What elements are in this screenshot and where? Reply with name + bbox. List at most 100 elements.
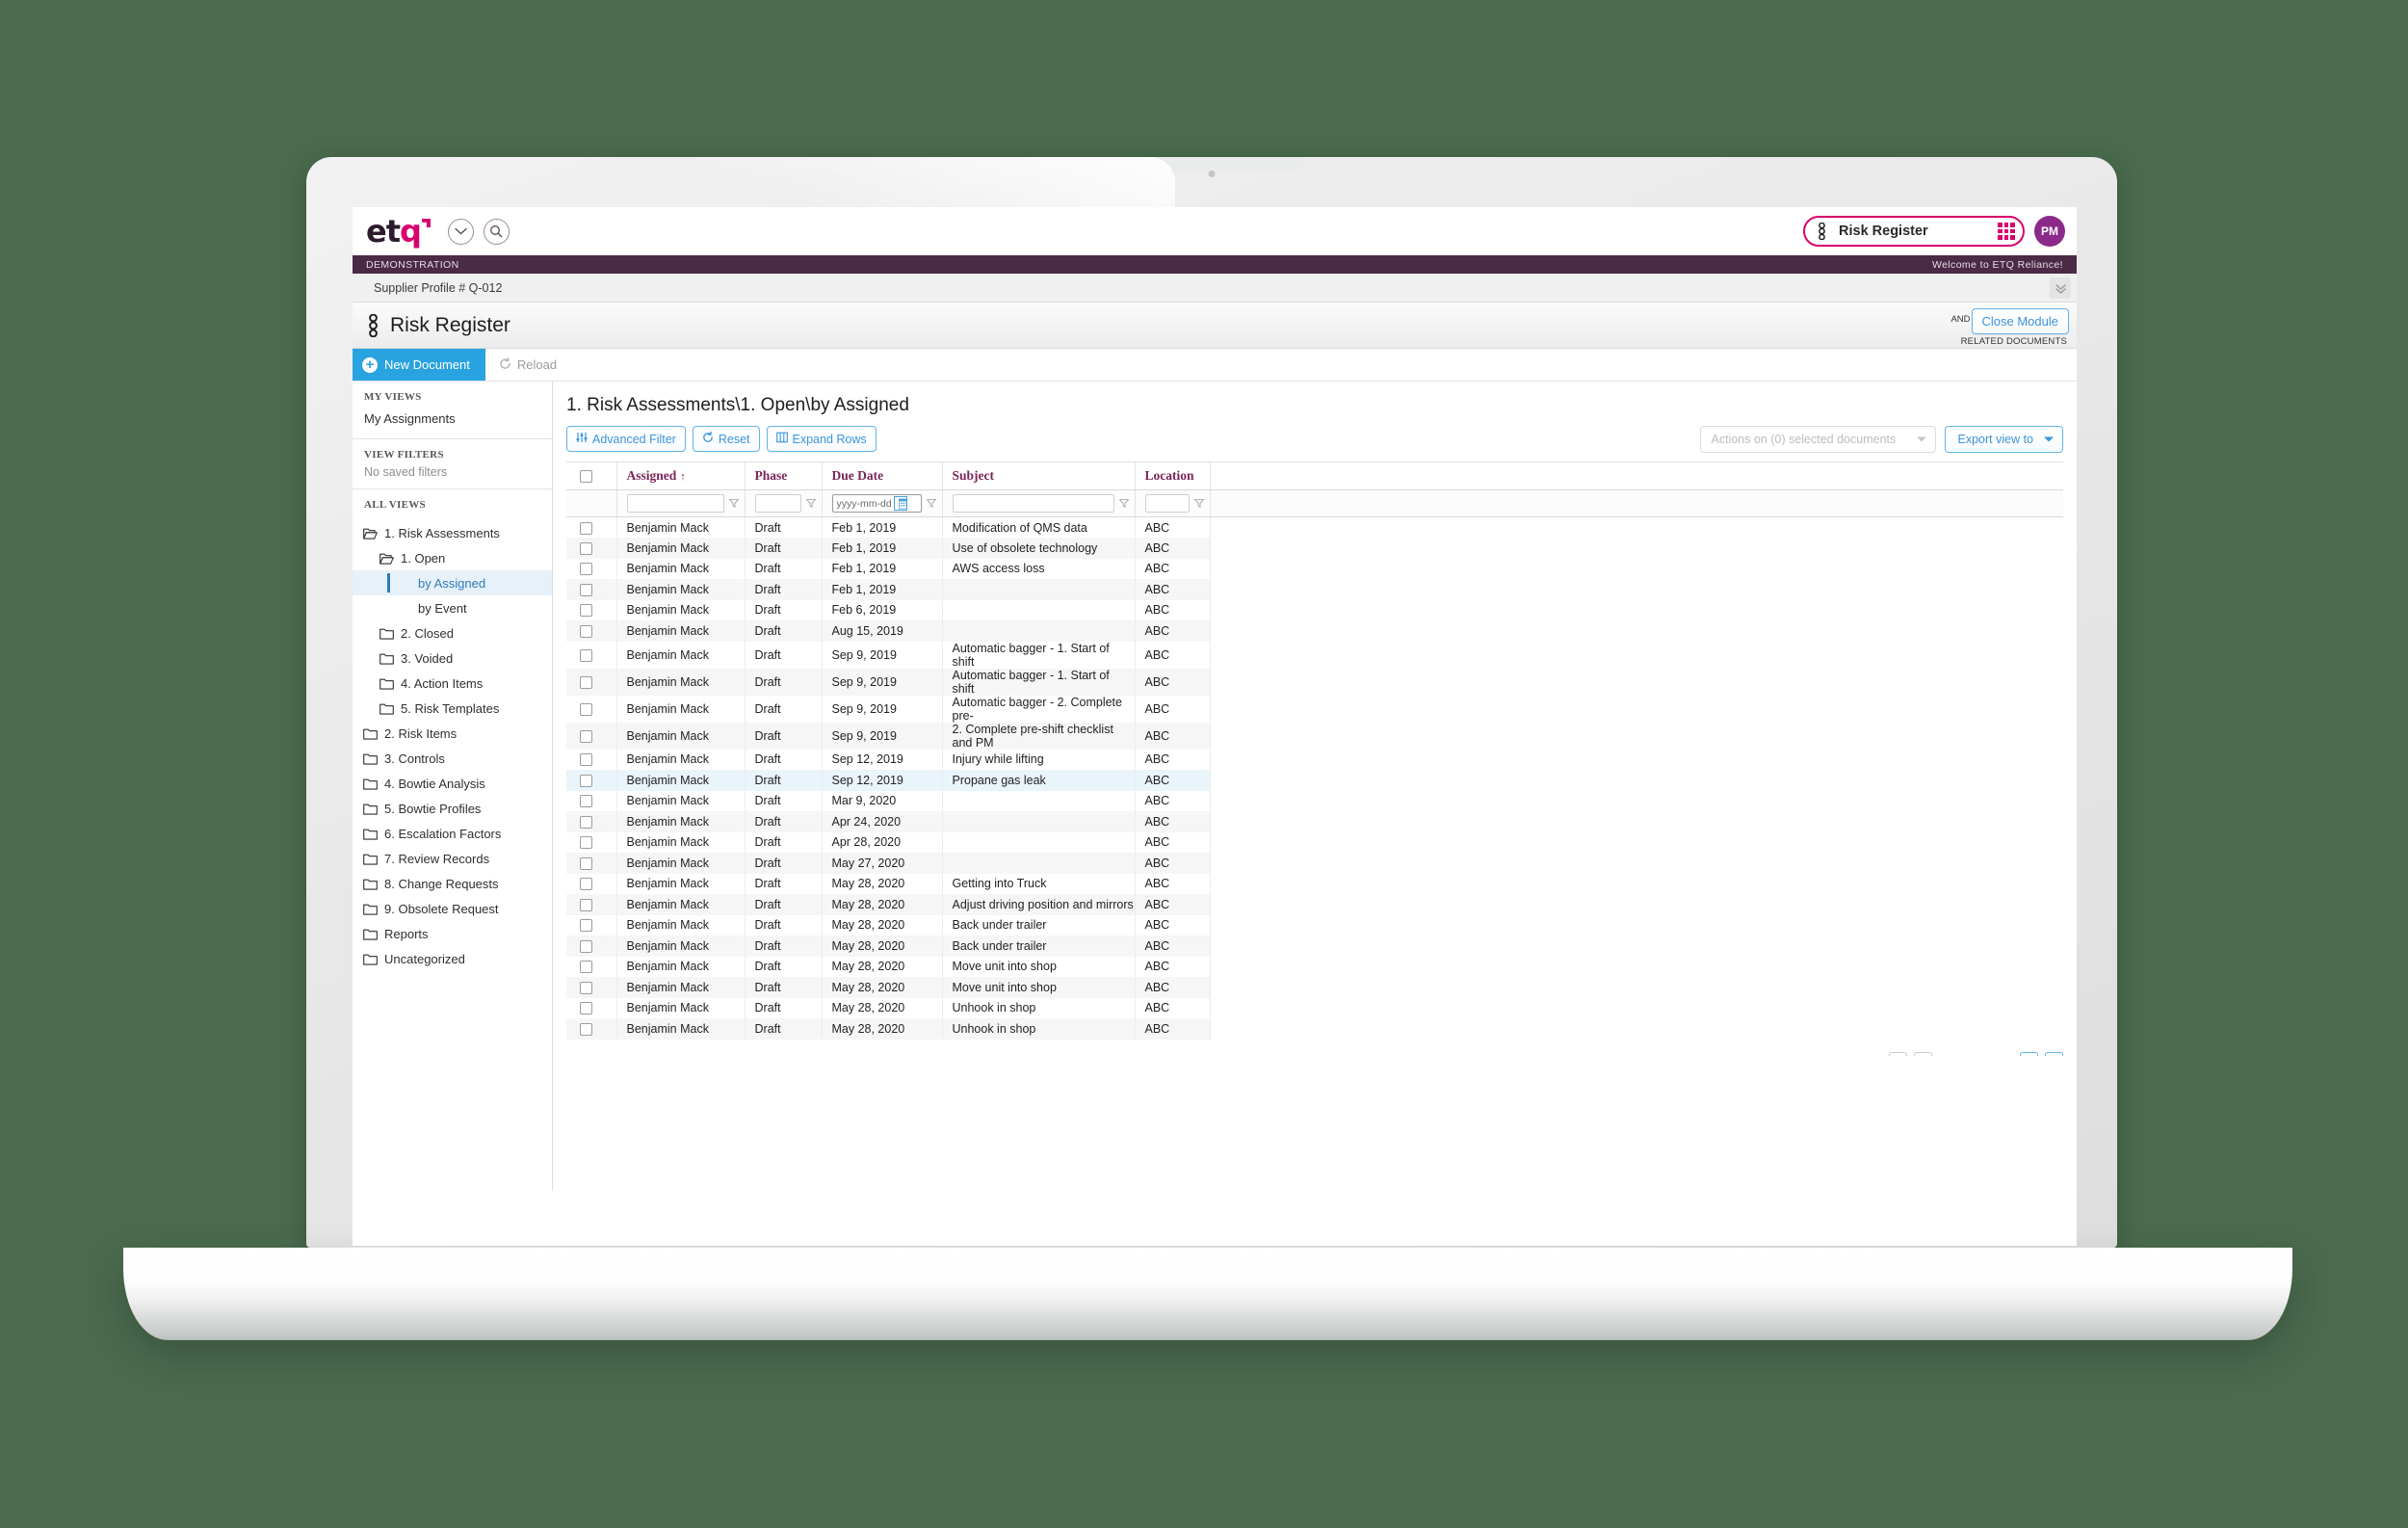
column-header-assigned[interactable]: Assigned ↑ — [615, 462, 745, 490]
filter-input-assigned[interactable] — [626, 494, 724, 513]
table-row[interactable]: Benjamin Mack Draft May 28, 2020 Back under… — [566, 935, 2063, 957]
select-all-checkbox[interactable] — [580, 470, 592, 484]
calendar-icon[interactable] — [893, 496, 907, 511]
column-header-location[interactable]: Location — [1134, 462, 1210, 490]
column-header-phase[interactable]: Phase — [744, 462, 822, 490]
row-checkbox[interactable] — [580, 1022, 592, 1036]
table-row[interactable]: Benjamin Mack Draft May 27, 2020 ABC — [566, 853, 2063, 874]
table-row[interactable]: Benjamin Mack Draft Sep 9, 2019 Automatic b… — [566, 668, 2063, 696]
row-checkbox[interactable] — [580, 604, 592, 618]
table-row[interactable]: Benjamin Mack Draft Feb 1, 2019 AWS access … — [566, 558, 2063, 579]
table-row[interactable]: Benjamin Mack Draft Feb 1, 2019 Use of obso… — [566, 538, 2063, 559]
filter-input-subject[interactable] — [952, 494, 1114, 513]
row-checkbox[interactable] — [580, 939, 592, 953]
table-row[interactable]: Benjamin Mack Draft Sep 12, 2019 Injury whi… — [566, 749, 2063, 770]
row-checkbox[interactable] — [580, 1002, 592, 1015]
sidebar-item-1-open[interactable]: 1. Open — [353, 545, 552, 570]
row-checkbox[interactable] — [580, 624, 592, 638]
row-checkbox[interactable] — [580, 795, 592, 808]
funnel-icon[interactable] — [926, 499, 936, 508]
row-checkbox[interactable] — [580, 563, 592, 576]
column-header-subject[interactable]: Subject — [941, 462, 1135, 490]
avatar[interactable]: PM — [2034, 216, 2065, 247]
table-row[interactable]: Benjamin Mack Draft May 28, 2020 Move unit … — [566, 956, 2063, 977]
row-checkbox[interactable] — [580, 648, 592, 662]
sidebar-item-4-bowtie-analysis[interactable]: 4. Bowtie Analysis — [353, 771, 552, 796]
breadcrumb[interactable]: Supplier Profile # Q-012 — [353, 281, 502, 295]
table-row[interactable]: Benjamin Mack Draft Feb 1, 2019 ABC — [566, 579, 2063, 600]
sidebar-item-uncategorized[interactable]: Uncategorized — [353, 946, 552, 971]
table-row[interactable]: Benjamin Mack Draft Sep 9, 2019 Automatic b… — [566, 641, 2063, 669]
search-icon[interactable] — [483, 218, 510, 245]
sidebar-item-2-closed[interactable]: 2. Closed — [353, 620, 552, 645]
table-row[interactable]: Benjamin Mack Draft May 28, 2020 Back under… — [566, 914, 2063, 935]
row-checkbox[interactable] — [580, 836, 592, 850]
sidebar-item-by-event[interactable]: by Event — [353, 595, 552, 620]
table-row[interactable]: Benjamin Mack Draft May 28, 2020 Adjust dri… — [566, 894, 2063, 915]
sidebar-item-9-obsolete-request[interactable]: 9. Obsolete Request — [353, 896, 552, 921]
table-row[interactable]: Benjamin Mack Draft May 28, 2020 Getting in… — [566, 873, 2063, 894]
table-row[interactable]: Benjamin Mack Draft Apr 28, 2020 ABC — [566, 831, 2063, 853]
sidebar-item-5-risk-templates[interactable]: 5. Risk Templates — [353, 696, 552, 721]
table-row[interactable]: Benjamin Mack Draft May 28, 2020 Unhook in … — [566, 997, 2063, 1018]
table-row[interactable]: Benjamin Mack Draft Aug 15, 2019 ABC — [566, 620, 2063, 642]
table-row[interactable]: Benjamin Mack Draft Feb 6, 2019 ABC — [566, 599, 2063, 620]
row-checkbox[interactable] — [580, 753, 592, 767]
reset-button[interactable]: Reset — [692, 426, 760, 452]
row-checkbox[interactable] — [580, 815, 592, 829]
sidebar-item-5-bowtie-profiles[interactable]: 5. Bowtie Profiles — [353, 796, 552, 821]
row-checkbox[interactable] — [580, 702, 592, 716]
sidebar-item-8-change-requests[interactable]: 8. Change Requests — [353, 871, 552, 896]
expand-rows-button[interactable]: Expand Rows — [766, 426, 877, 452]
row-checkbox[interactable] — [580, 919, 592, 933]
apps-grid-icon[interactable] — [1995, 220, 2018, 243]
export-view-button[interactable]: Export view to — [1945, 426, 2063, 453]
table-row[interactable]: Benjamin Mack Draft Feb 1, 2019 Modificatio… — [566, 516, 2063, 538]
filter-input-phase[interactable] — [754, 494, 801, 513]
sidebar-item-3-controls[interactable]: 3. Controls — [353, 746, 552, 771]
table-row[interactable]: Benjamin Mack Draft Sep 12, 2019 Propane ga… — [566, 770, 2063, 791]
sidebar-item-by-assigned[interactable]: by Assigned — [353, 570, 552, 595]
close-module-button[interactable]: Close Module — [1971, 308, 2069, 334]
double-chevron-down-icon[interactable] — [2050, 277, 2071, 299]
row-select-cell — [566, 1018, 616, 1040]
row-checkbox[interactable] — [580, 981, 592, 994]
row-checkbox[interactable] — [580, 729, 592, 743]
funnel-icon[interactable] — [1118, 499, 1129, 508]
sidebar-item-3-voided[interactable]: 3. Voided — [353, 645, 552, 671]
advanced-filter-button[interactable]: Advanced Filter — [566, 426, 686, 452]
column-header-due-date[interactable]: Due Date — [821, 462, 942, 490]
new-document-button[interactable]: + New Document — [353, 349, 485, 381]
table-row[interactable]: Benjamin Mack Draft Sep 9, 2019 Automatic b… — [566, 695, 2063, 723]
sidebar-item-7-review-records[interactable]: 7. Review Records — [353, 846, 552, 871]
sidebar-item-my-assignments[interactable]: My Assignments — [353, 407, 552, 431]
row-checkbox[interactable] — [580, 583, 592, 596]
row-checkbox[interactable] — [580, 878, 592, 891]
chevron-down-icon[interactable] — [447, 218, 474, 245]
sidebar-item-1-risk-assessments[interactable]: 1. Risk Assessments — [353, 520, 552, 545]
bulk-actions-select[interactable]: Actions on (0) selected documents — [1700, 426, 1937, 453]
sidebar-item-reports[interactable]: Reports — [353, 921, 552, 946]
table-row[interactable]: Benjamin Mack Draft Mar 9, 2020 ABC — [566, 790, 2063, 811]
row-checkbox[interactable] — [580, 898, 592, 911]
sidebar-item-6-escalation-factors[interactable]: 6. Escalation Factors — [353, 821, 552, 846]
module-switcher-pill[interactable]: Risk Register — [1803, 216, 2025, 247]
row-checkbox[interactable] — [580, 675, 592, 689]
filter-input-location[interactable] — [1144, 494, 1190, 513]
funnel-icon[interactable] — [805, 499, 816, 508]
table-row[interactable]: Benjamin Mack Draft Apr 24, 2020 ABC — [566, 811, 2063, 832]
sidebar-item-4-action-items[interactable]: 4. Action Items — [353, 671, 552, 696]
filter-input-due-date[interactable]: yyyy-mm-dd — [831, 494, 922, 513]
table-row[interactable]: Benjamin Mack Draft Sep 9, 2019 2. Complete… — [566, 722, 2063, 750]
reload-button[interactable]: Reload — [485, 349, 570, 381]
table-row[interactable]: Benjamin Mack Draft May 28, 2020 Move unit … — [566, 977, 2063, 998]
row-checkbox[interactable] — [580, 961, 592, 974]
funnel-icon[interactable] — [728, 499, 739, 508]
sidebar-item-2-risk-items[interactable]: 2. Risk Items — [353, 721, 552, 746]
row-checkbox[interactable] — [580, 856, 592, 870]
funnel-icon[interactable] — [1193, 499, 1204, 508]
row-checkbox[interactable] — [580, 774, 592, 787]
row-checkbox[interactable] — [580, 521, 592, 535]
row-checkbox[interactable] — [580, 541, 592, 555]
table-row[interactable]: Benjamin Mack Draft May 28, 2020 Unhook in … — [566, 1018, 2063, 1040]
